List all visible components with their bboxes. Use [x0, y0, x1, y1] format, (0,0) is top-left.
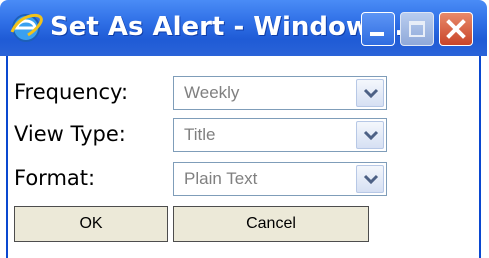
format-label: Format: [14, 166, 96, 190]
format-select[interactable]: Plain Text [173, 162, 387, 196]
chevron-down-icon[interactable] [356, 121, 384, 149]
view-type-value: Title [184, 125, 216, 144]
ok-button[interactable]: OK [14, 206, 168, 242]
frequency-value: Weekly [184, 83, 240, 102]
frequency-select[interactable]: Weekly [173, 76, 387, 110]
cancel-button[interactable]: Cancel [173, 206, 369, 242]
view-type-label: View Type: [14, 122, 126, 146]
title-bar[interactable]: Set As Alert - Windows ... [0, 0, 487, 56]
dialog-window: Set As Alert - Windows ... Frequency: We… [0, 0, 487, 258]
chevron-down-icon[interactable] [356, 165, 384, 193]
maximize-icon [409, 21, 425, 37]
frequency-label: Frequency: [14, 80, 129, 104]
format-value: Plain Text [184, 169, 258, 188]
chevron-down-icon[interactable] [356, 79, 384, 107]
close-icon [446, 19, 466, 39]
minimize-icon [370, 32, 384, 36]
minimize-button[interactable] [361, 12, 395, 46]
maximize-button[interactable] [400, 12, 434, 46]
view-type-select[interactable]: Title [173, 118, 387, 152]
close-button[interactable] [439, 12, 473, 46]
ie-icon [8, 10, 44, 46]
